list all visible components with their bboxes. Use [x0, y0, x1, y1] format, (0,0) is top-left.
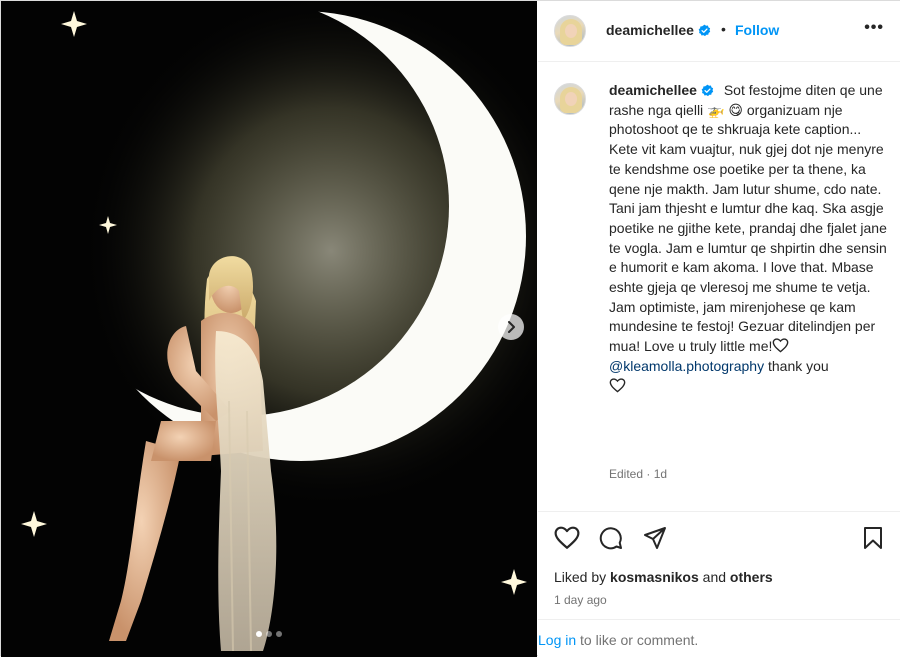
caption-text: deamichellee Sot festojme diten qe une r…: [609, 81, 889, 396]
carousel-indicator: [1, 631, 537, 637]
comment-icon: [599, 527, 622, 550]
post-header: deamichellee • Follow •••: [538, 1, 900, 62]
liked-and: and: [702, 569, 727, 585]
comment-button[interactable]: [598, 526, 624, 555]
post-dialog: deamichellee • Follow ••• deamichellee S…: [0, 0, 900, 657]
follow-button[interactable]: Follow: [735, 22, 779, 38]
liked-by-prefix: Liked by: [554, 569, 607, 585]
avatar-face: [565, 92, 577, 106]
login-link[interactable]: Log in: [538, 632, 576, 648]
post-timestamp: 1 day ago: [554, 593, 607, 607]
likes-summary: Liked by kosmasnikos and others: [554, 569, 773, 585]
verified-badge-icon: [698, 24, 711, 37]
heart-icon: [554, 526, 580, 549]
bookmark-icon: [864, 527, 882, 549]
separator-dot: •: [721, 21, 726, 37]
verified-badge-icon: [701, 84, 714, 97]
login-prompt: Log in to like or comment.: [538, 619, 900, 658]
liked-others-link[interactable]: others: [730, 569, 773, 585]
carousel-next-button[interactable]: [498, 314, 524, 340]
username-link[interactable]: deamichellee: [606, 22, 711, 38]
caption-body: Sot festojme diten qe une rashe nga qiel…: [609, 82, 887, 355]
more-options-button[interactable]: •••: [864, 19, 884, 37]
login-text: Log in to like or comment.: [538, 632, 698, 648]
caption-thanks: thank you: [767, 357, 829, 374]
edited-label: Edited · 1d: [609, 467, 668, 481]
login-suffix: to like or comment.: [580, 632, 699, 648]
action-bar: [538, 511, 900, 564]
heart-emoji-icon: [609, 377, 626, 393]
share-button[interactable]: [642, 526, 668, 555]
avatar[interactable]: [554, 83, 586, 115]
like-button[interactable]: [554, 526, 580, 555]
post-photo: [1, 1, 537, 657]
avatar[interactable]: [554, 15, 586, 47]
carousel-dot: [276, 631, 282, 637]
chevron-right-icon: [508, 321, 515, 333]
carousel-dot: [256, 631, 262, 637]
heart-emoji-icon: [773, 338, 789, 353]
photographer-mention-link[interactable]: @kleamolla.photography: [609, 358, 764, 374]
caption-username[interactable]: deamichellee: [609, 82, 714, 98]
post-media[interactable]: [1, 1, 537, 657]
carousel-dot: [266, 631, 272, 637]
share-icon: [644, 527, 666, 549]
post-sidebar: deamichellee • Follow ••• deamichellee S…: [538, 1, 900, 657]
caption-username-text: deamichellee: [609, 82, 697, 98]
username-text: deamichellee: [606, 22, 694, 38]
save-button[interactable]: [862, 526, 884, 555]
liked-by-user-link[interactable]: kosmasnikos: [610, 569, 699, 585]
avatar-face: [565, 24, 577, 38]
